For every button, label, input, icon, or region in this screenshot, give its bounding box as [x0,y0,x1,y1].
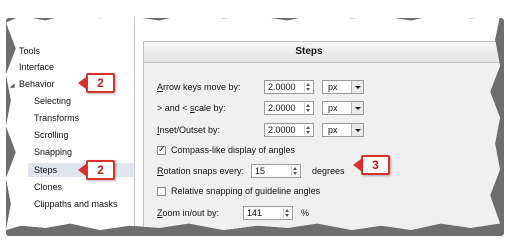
screenshot-paper: Tools Interface ◢ Behavior Selecting Tran… [6,14,500,230]
nav-item-interface[interactable]: Interface [19,60,54,74]
spinbox-value: 2.0000 [268,103,296,113]
spin-arrows-icon[interactable] [304,103,312,113]
spin-arrows-icon[interactable] [283,208,291,218]
rotation-label: Rotation snaps every: [157,166,245,176]
triangle-expand-icon[interactable]: ◢ [10,79,17,93]
spinbox-value: 2.0000 [268,125,296,135]
spin-arrows-icon[interactable] [304,82,312,92]
unit-value: px [328,103,338,113]
nav-item-label: Clippaths and masks [34,199,118,209]
steps-settings-panel: Steps Arrow keys move by: 2.0000 px > an… [143,41,500,230]
chevron-down-icon [351,102,363,114]
panel-header: Steps [144,42,500,63]
spinbox-value: 15 [255,166,266,176]
unit-value: px [328,82,338,92]
scale-spinbox[interactable]: 2.0000 [264,101,314,115]
check-icon: ✓ [158,144,166,154]
nav-item-tools[interactable]: Tools [19,44,40,58]
callout-behavior: 2 [86,73,115,93]
zoom-label: Zoom in/out by: [157,208,220,218]
nav-item-clippaths[interactable]: Clippaths and masks [34,197,118,211]
nav-item-behavior[interactable]: ◢ Behavior [10,77,55,91]
inset-unit-select[interactable]: px [322,123,364,137]
compass-label: Compass-like display of angles [171,145,296,155]
callout-arrow-behavior [78,77,86,89]
nav-item-scrolling[interactable]: Scrolling [34,128,69,142]
preferences-nav-tree: Tools Interface ◢ Behavior Selecting Tran… [6,14,135,230]
inset-spinbox[interactable]: 2.0000 [264,123,314,137]
nav-item-label: Selecting [34,96,72,106]
arrow-keys-unit-select[interactable]: px [322,80,364,94]
nav-item-label: Snapping [34,147,73,157]
scale-label: > and < scale by: [157,103,226,113]
scale-unit-select[interactable]: px [322,101,364,115]
relative-snapping-label: Relative snapping of guideline angles [171,186,321,196]
nav-item-snapping[interactable]: Snapping [34,145,72,159]
nav-item-label: Interface [19,62,55,72]
callout-steps: 2 [86,160,115,180]
nav-item-clones[interactable]: Clones [34,180,62,194]
compass-checkbox[interactable]: ✓ [157,144,166,155]
nav-item-label: Transforms [34,113,80,123]
spinbox-value: 2.0000 [268,82,296,92]
callout-arrow-steps [78,164,86,176]
callout-rotation: 3 [361,155,390,175]
arrow-keys-spinbox[interactable]: 2.0000 [264,80,314,94]
zoom-spinbox[interactable]: 141 [243,206,293,220]
arrow-keys-label: Arrow keys move by: [157,82,241,92]
spinbox-value: 141 [247,208,263,218]
spin-arrows-icon[interactable] [291,166,299,176]
nav-item-transforms[interactable]: Transforms [34,111,79,125]
nav-item-label: Scrolling [34,130,69,140]
rotation-spinbox[interactable]: 15 [251,164,301,178]
nav-item-selecting[interactable]: Selecting [34,94,71,108]
rotation-unit-label: degrees [312,166,345,176]
inset-label: Inset/Outset by: [157,125,221,135]
chevron-down-icon [351,81,363,93]
zoom-unit-label: % [301,208,310,218]
relative-snapping-checkbox[interactable] [157,187,166,196]
callout-arrow-rotation [353,159,361,171]
spin-arrows-icon[interactable] [304,125,312,135]
unit-value: px [328,125,338,135]
chevron-down-icon [351,124,363,136]
nav-item-label: Steps [34,165,58,175]
page-title: Steps [295,46,323,57]
nav-item-label: Clones [34,182,63,192]
nav-item-label: Behavior [19,79,55,89]
nav-item-label: Tools [19,46,41,56]
